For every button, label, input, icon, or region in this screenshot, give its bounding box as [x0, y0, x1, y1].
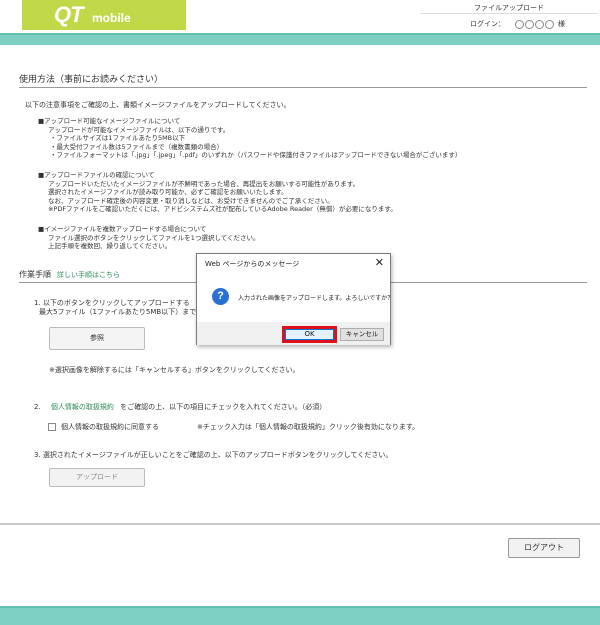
logo-sub-text: mobile	[92, 11, 131, 25]
usage-divider	[19, 87, 587, 88]
agree-checkbox[interactable]	[48, 423, 56, 431]
agree-note: ※チェック入力は「個人情報の取扱規約」クリック後有効になります。	[197, 423, 420, 431]
privacy-policy-link[interactable]: 個人情報の取扱規約	[51, 403, 114, 411]
procedure-title-row: 作業手順 詳しい手順はこちら	[19, 269, 120, 280]
usage-title: 使用方法（事前にお読みください）	[19, 75, 164, 85]
login-info: ログイン： 様	[470, 19, 565, 29]
footer-band	[0, 606, 600, 625]
footer-divider	[0, 523, 600, 525]
dialog-title: Web ページからのメッセージ	[205, 260, 300, 268]
note-line: ・ファイルフォーマットは「.jpg」「.jpeg」「.pdf」のいずれか（パスワ…	[50, 151, 462, 159]
ok-button-highlight: OK	[282, 326, 337, 343]
step3-instruction: 3. 選択されたイメージファイルが正しいことをご確認の上、以下のアップロードボタ…	[34, 451, 393, 459]
step2-instruction: 2. 個人情報の取扱規約 をご確認の上、以下の項目にチェックを入れてください。（…	[34, 403, 326, 412]
note-file-check: ■アップロードファイルの確認について アップロードいただいたイメージファイルが不…	[38, 171, 397, 214]
note-heading: ■イメージファイルを複数アップロードする場合について	[38, 225, 207, 233]
note-line: ・最大受付ファイル数は5ファイルまで（複数書類の場合）	[50, 142, 224, 151]
note-line: ファイル選択のボタンをクリックしてファイルを1つ選択してください。	[48, 233, 260, 242]
step1-instruction: 1. 以下のボタンをクリックしてアップロードする 最大5ファイル（1ファイルあた…	[34, 299, 196, 317]
step2-text: をご確認の上、以下の項目にチェックを入れてください。（必須）	[120, 403, 327, 411]
masked-user-name	[515, 19, 555, 29]
note-line: 選択されたイメージファイルが読み取り可能か、必ずご確認をお願いいたします。	[48, 188, 288, 196]
login-label: ログイン：	[470, 20, 505, 28]
mask-circle-icon	[545, 19, 554, 29]
question-icon: ?	[212, 288, 229, 305]
dialog-message: 入力された画像をアップロードします。よろしいですか？	[238, 295, 394, 302]
step1-line2: 最大5ファイル（1ファイルあたり5MB以下）まで	[39, 308, 197, 316]
page-name: ファイルアップロード	[420, 3, 598, 14]
note-line: アップロードが可能なイメージファイルは、以下の通りです。	[48, 125, 230, 134]
logo-main-text: QT	[54, 2, 84, 27]
logout-button[interactable]: ログアウト	[508, 538, 580, 558]
note-line: なお、アップロード確定後の内容変更・取り消しなどは、お受けできませんのでご了承く…	[48, 196, 334, 205]
mask-circle-icon	[515, 19, 524, 29]
qt-mobile-logo: QT mobile	[22, 0, 186, 30]
step1-line1: 1. 以下のボタンをクリックしてアップロードする	[34, 299, 190, 307]
dialog-cancel-button[interactable]: キャンセル	[340, 328, 384, 341]
upload-button[interactable]: アップロード	[49, 468, 145, 487]
ok-button[interactable]: OK	[285, 329, 334, 340]
step2-number: 2.	[34, 403, 41, 411]
note-line: 上記手順を複数回、繰り返してください。	[48, 242, 172, 250]
agree-label: 個人情報の取扱規約に同意する	[61, 423, 159, 431]
note-multiple-upload: ■イメージファイルを複数アップロードする場合について ファイル選択のボタンをクリ…	[38, 225, 260, 251]
login-suffix: 様	[558, 20, 565, 28]
mask-circle-icon	[535, 19, 544, 29]
deselect-note: ※選択画像を解除するには「キャンセルする」ボタンをクリックしてください。	[49, 366, 300, 374]
close-icon[interactable]: ✕	[375, 256, 384, 269]
dialog-footer: OK キャンセル	[197, 322, 390, 345]
note-file-format: ■アップロード可能なイメージファイルについて アップロードが可能なイメージファイ…	[38, 117, 461, 160]
note-line: ・ファイルサイズは1ファイルあたり5MB以下	[50, 134, 186, 142]
mask-circle-icon	[525, 19, 534, 29]
note-heading: ■アップロードファイルの確認について	[38, 171, 155, 179]
browse-button[interactable]: 参照	[49, 327, 145, 350]
note-heading: ■アップロード可能なイメージファイルについて	[38, 117, 181, 125]
note-line: アップロードいただいたイメージファイルが不鮮明であった場合、再提出をお願いする可…	[48, 179, 360, 188]
detailed-steps-link[interactable]: 詳しい手順はこちら	[57, 269, 120, 280]
usage-intro: 以下の注意事項をご確認の上、書類イメージファイルをアップロードしてください。	[25, 101, 291, 109]
note-line: ※PDFファイルをご確認いただくには、アドビシステムズ社が配布しているAdobe…	[48, 205, 397, 213]
procedure-title: 作業手順	[19, 270, 51, 279]
header-band	[0, 33, 600, 45]
confirm-dialog: Web ページからのメッセージ ✕ ? 入力された画像をアップロードします。よろ…	[196, 253, 394, 345]
